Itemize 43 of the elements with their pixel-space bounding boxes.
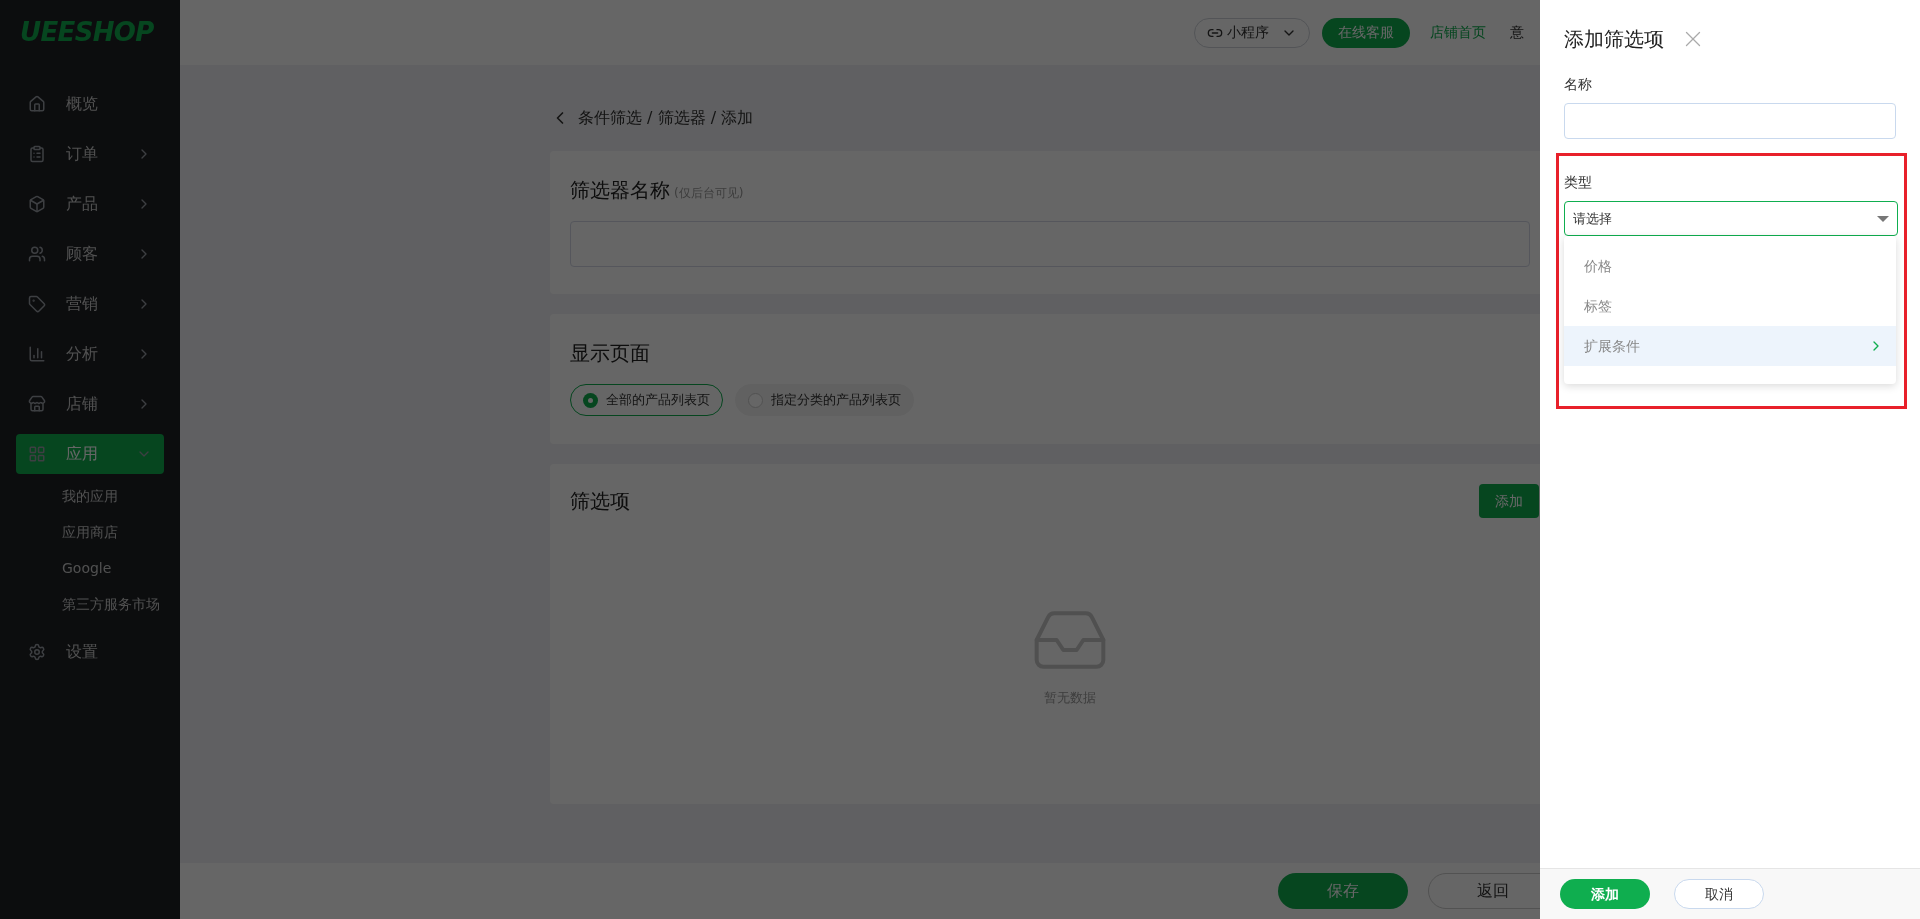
sidebar-item[interactable]: 营销 [16,284,164,324]
menu-icon [28,445,46,463]
logo: UEESHOP [20,16,154,49]
sidebar-item[interactable]: 应用 [16,434,164,474]
store-home-link[interactable]: 店铺首页 [1430,22,1486,43]
sidebar-item[interactable]: 店铺 [16,384,164,424]
card-title: 筛选项 [570,488,630,515]
field-label: 类型 [1564,173,1593,192]
submenu-item[interactable]: Google [0,550,180,586]
name-input-field[interactable] [1564,103,1896,139]
sidebar-item[interactable]: 顾客 [16,234,164,274]
cancel-button[interactable]: 取消 [1674,879,1764,909]
save-button[interactable]: 保存 [1278,873,1408,909]
dropdown-option[interactable]: 扩展条件 [1564,326,1896,366]
add-button[interactable]: 添加 [1479,484,1539,518]
dropdown-option[interactable]: 标签 [1564,286,1896,326]
radio-option[interactable]: 全部的产品列表页 [570,384,723,416]
add-button[interactable]: 添加 [1560,879,1650,909]
breadcrumb: 条件筛选 / 筛选器 / 添加 [578,107,754,129]
field-label: 名称 [1564,75,1593,94]
support-button[interactable]: 在线客服 [1322,17,1410,48]
feedback-link[interactable]: 意 [1510,22,1524,43]
sidebar-item[interactable]: 概览 [16,84,164,124]
menu-icon [28,295,46,313]
menu-icon [28,145,46,163]
sidebar-item[interactable]: 订单 [16,134,164,174]
sidebar-item[interactable]: 分析 [16,334,164,374]
card-title: 筛选器名称 [570,177,670,204]
menu-icon [28,643,46,661]
menu-icon [28,195,46,213]
submenu-item[interactable]: 应用商店 [0,514,180,550]
dropdown-arrow-icon [1877,215,1889,222]
drawer-title: 添加筛选项 [1564,26,1664,53]
sidebar-item[interactable]: 产品 [16,184,164,224]
card-title: 显示页面 [570,340,651,367]
sidebar-item[interactable]: 设置 [16,632,164,672]
menu-icon [28,245,46,263]
submenu-item[interactable]: 我的应用 [0,478,180,514]
radio-option[interactable]: 指定分类的产品列表页 [735,384,914,416]
menu-icon [28,395,46,413]
menu-icon [28,345,46,363]
menu-icon [28,95,46,113]
dropdown-option[interactable]: 价格 [1564,246,1896,286]
